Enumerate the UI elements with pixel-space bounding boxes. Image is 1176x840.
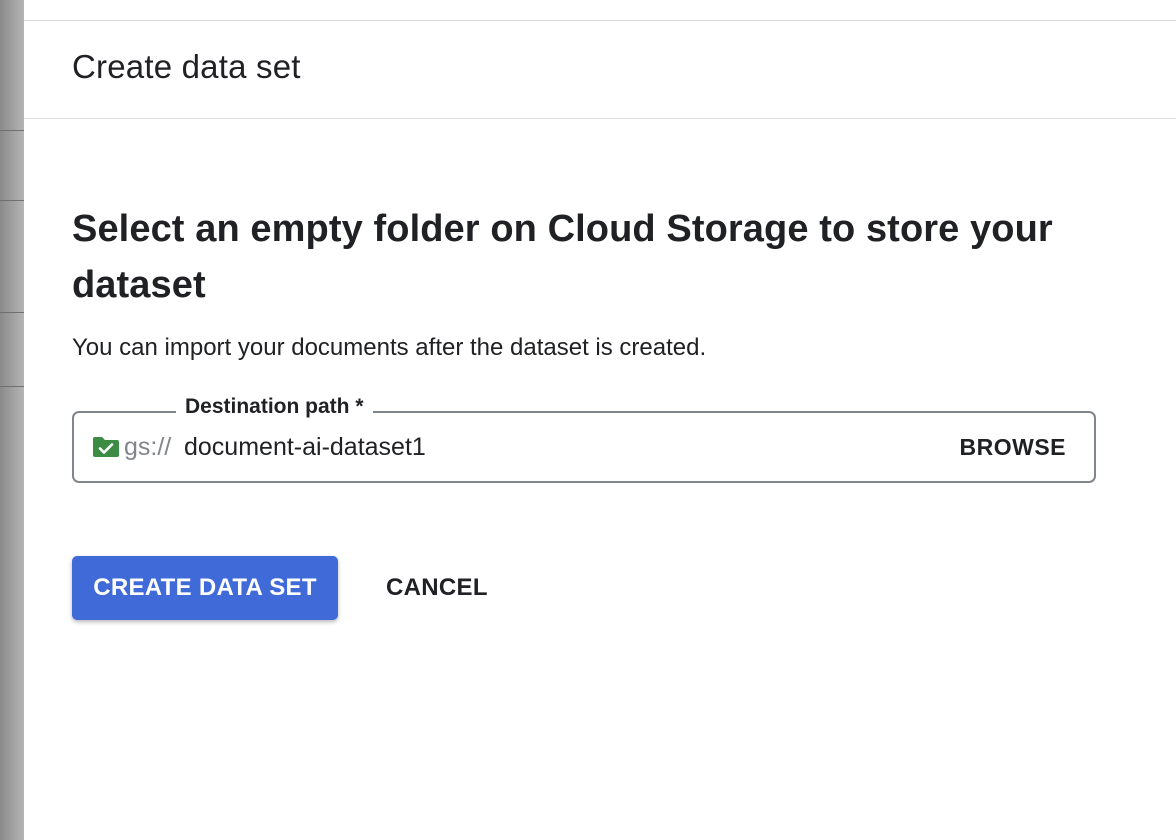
browse-button[interactable]: BROWSE [954, 427, 1073, 467]
create-dataset-panel: Create data set Select an empty folder o… [24, 21, 1176, 840]
folder-check-icon [92, 436, 120, 458]
background-divider [0, 130, 24, 131]
background-divider [0, 386, 24, 387]
destination-path-input[interactable] [184, 427, 884, 467]
background-divider [0, 312, 24, 313]
cancel-button[interactable]: CANCEL [370, 556, 504, 620]
destination-path-field[interactable]: Destination path * gs:// BROWSE [72, 395, 1096, 483]
gs-prefix: gs:// [124, 433, 172, 461]
background-divider [0, 200, 24, 201]
destination-path-label: Destination path * [176, 395, 373, 419]
section-description: You can import your documents after the … [72, 334, 707, 361]
background-page-scrim [0, 0, 24, 840]
create-data-set-button[interactable]: CREATE DATA SET [72, 556, 338, 620]
panel-header: Create data set [24, 21, 1176, 119]
panel-title: Create data set [72, 48, 301, 85]
section-heading: Select an empty folder on Cloud Storage … [72, 208, 1053, 306]
